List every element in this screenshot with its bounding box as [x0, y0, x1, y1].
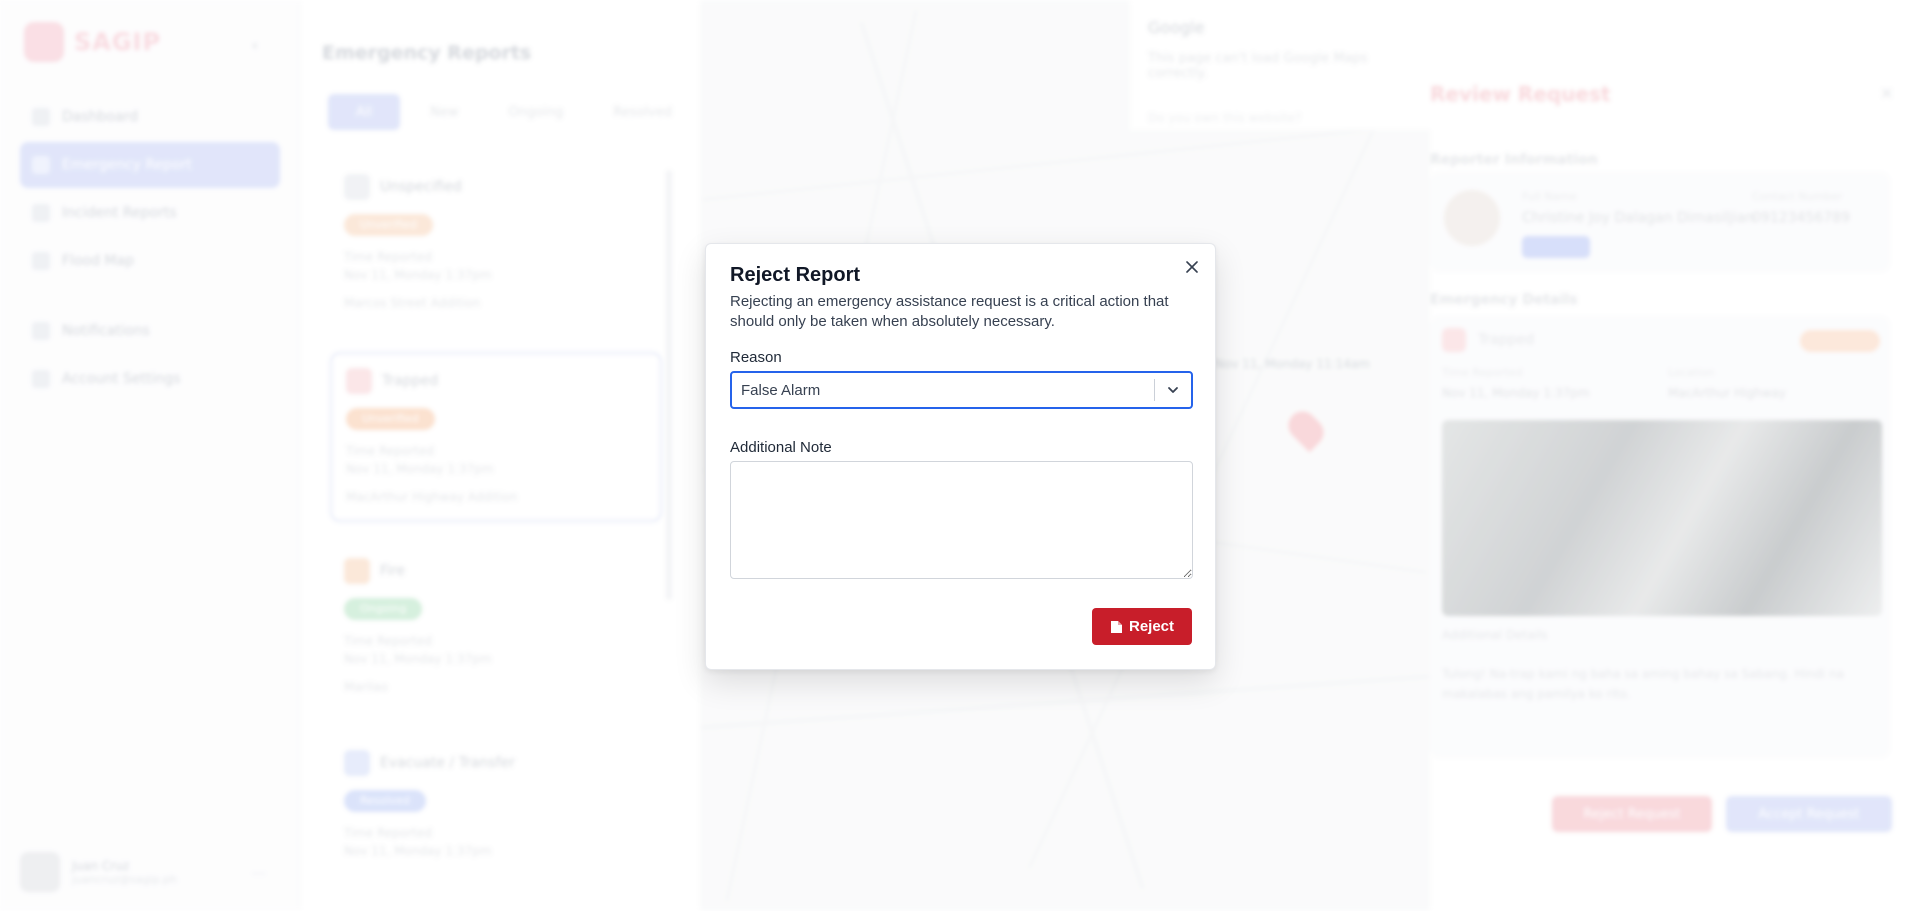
reason-selected-value: False Alarm — [741, 381, 821, 399]
additional-note-label: Additional Note — [730, 439, 832, 456]
modal-description: Rejecting an emergency assistance reques… — [730, 293, 1169, 330]
modal-title: Reject Report — [730, 264, 861, 286]
chevron-down-icon[interactable] — [1155, 373, 1191, 407]
reject-button[interactable]: Reject — [1092, 608, 1192, 645]
close-icon[interactable] — [1184, 259, 1200, 275]
reject-button-label: Reject — [1128, 618, 1175, 635]
document-icon — [1110, 620, 1122, 633]
reason-label: Reason — [730, 349, 782, 366]
reason-select[interactable]: False Alarm — [730, 371, 1193, 409]
additional-note-field[interactable] — [730, 461, 1193, 579]
reject-report-modal: Reject Report Rejecting an emergency ass… — [705, 243, 1216, 670]
